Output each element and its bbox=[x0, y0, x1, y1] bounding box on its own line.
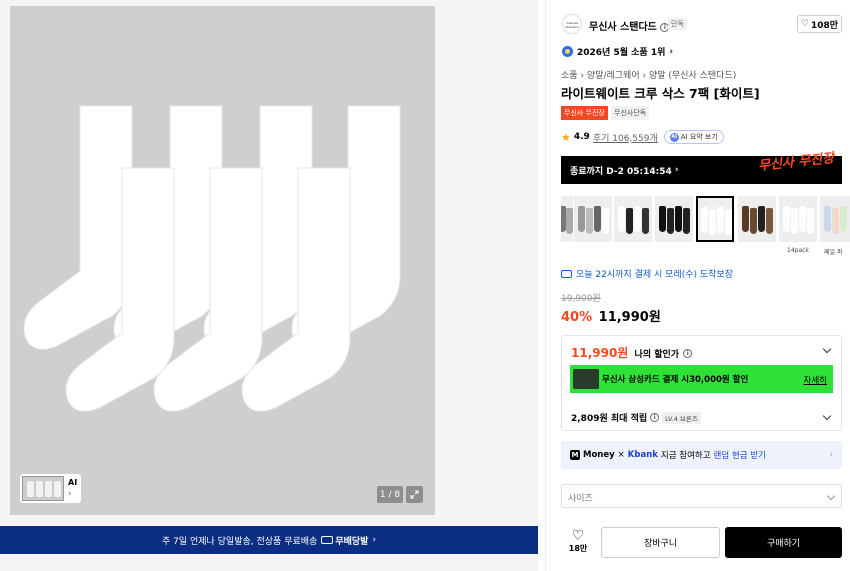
ai-summary-button[interactable]: AI AI 요약 보기 bbox=[663, 130, 724, 144]
level-badge: LV.4 브론즈 bbox=[662, 411, 701, 424]
promo-banner[interactable]: 종료까지 D-2 05:14:54 › 무신사 무진장 bbox=[561, 151, 842, 184]
my-price-label: 나의 할인가 bbox=[634, 350, 680, 360]
image-page-counter: 1 / 8 bbox=[377, 486, 403, 503]
size-select[interactable]: 사이즈 bbox=[561, 484, 842, 508]
rating-row: ★ 4.9 후기 106,559개 AI AI 요약 보기 bbox=[561, 130, 724, 144]
shipping-banner-text: 주 7일 언제나 당일발송, 전상품 무료배송 bbox=[161, 536, 318, 547]
ai-thumbnail-button[interactable]: AI › bbox=[20, 474, 81, 503]
like-count: 18만 bbox=[568, 544, 588, 553]
points-text: 2,809원 최대 적립 bbox=[571, 414, 648, 424]
truck-icon bbox=[321, 536, 334, 544]
ranking-text: 2026년 5월 소품 1위 bbox=[577, 48, 666, 58]
option-swatches bbox=[561, 196, 850, 244]
chevron-right-icon: › bbox=[671, 165, 679, 175]
option-swatch[interactable] bbox=[655, 196, 693, 242]
card-discount-amount: 30,000원 할인 bbox=[689, 375, 749, 385]
chevron-right-icon: › bbox=[372, 535, 377, 545]
promo-countdown: 종료까지 D-2 05:14:54 bbox=[570, 166, 672, 177]
product-info-panel: musinsa standard 무신사 스탠다드 i 단독 ♡ 108만 20… bbox=[550, 0, 850, 571]
exclusive-tag: 단독 bbox=[668, 18, 687, 30]
breadcrumb-item[interactable]: 양말/레그웨어 bbox=[587, 71, 640, 81]
like-button[interactable]: ♡ 18만 bbox=[567, 529, 589, 554]
points-row[interactable]: 2,809원 최대 적립 i LV.4 브론즈 bbox=[571, 411, 701, 424]
option-swatch-selected[interactable] bbox=[696, 196, 734, 242]
rating-score: 4.9 bbox=[573, 132, 590, 142]
option-swatch[interactable] bbox=[820, 196, 850, 242]
brand-name-link[interactable]: 무신사 스탠다드 i bbox=[589, 18, 670, 33]
product-gallery: AI › 1 / 8 주 7일 언제나 당일발송, 전상품 무료배송 무배당발 … bbox=[0, 0, 538, 571]
chevron-down-icon bbox=[826, 491, 836, 501]
original-price: 19,900원 bbox=[561, 294, 601, 304]
ranking-link[interactable]: 2026년 5월 소품 1위 › bbox=[562, 45, 673, 58]
product-title: 라이트웨이트 크루 삭스 7팩 [화이트] bbox=[561, 86, 760, 101]
option-label: 페일 파 bbox=[824, 249, 843, 256]
option-swatch[interactable] bbox=[779, 196, 817, 242]
chevron-right-icon: › bbox=[829, 450, 833, 460]
panel-divider bbox=[545, 0, 546, 571]
medal-icon bbox=[562, 46, 573, 57]
product-main-image[interactable] bbox=[10, 6, 435, 515]
buy-button[interactable]: 구매하기 bbox=[725, 527, 842, 558]
chevron-right-icon: › bbox=[669, 46, 674, 57]
brand-like-button[interactable]: ♡ 108만 bbox=[797, 15, 842, 33]
chevron-right-icon: › bbox=[68, 488, 72, 499]
sale-price: 11,990원 bbox=[598, 310, 661, 325]
money-icon: M bbox=[570, 450, 580, 460]
option-swatch[interactable] bbox=[574, 196, 612, 242]
ai-summary-label: AI 요약 보기 bbox=[680, 133, 718, 141]
delivery-guarantee: 오늘 22시까지 결제 시 모레(수) 도착보장 bbox=[561, 267, 733, 280]
chevron-down-icon[interactable] bbox=[822, 411, 832, 421]
kbank-times: × bbox=[617, 450, 625, 460]
discount-rate: 40% bbox=[561, 310, 593, 325]
card-discount-text: 무신사 삼성카드 결제 시 bbox=[602, 375, 690, 385]
my-price-row[interactable]: 11,990원 나의 할인가 i bbox=[571, 344, 693, 361]
breadcrumb: 소품 › 양말/레그웨어 › 양말 (무신사 스탠다드) bbox=[561, 68, 736, 81]
shipping-banner[interactable]: 주 7일 언제나 당일발송, 전상품 무료배송 무배당발 › bbox=[0, 526, 538, 554]
chevron-down-icon[interactable] bbox=[822, 344, 832, 354]
truck-icon bbox=[561, 269, 572, 278]
cart-button[interactable]: 장바구니 bbox=[601, 527, 720, 558]
card-details-link[interactable]: 자세히 bbox=[804, 374, 827, 386]
expand-icon[interactable] bbox=[406, 486, 423, 503]
kbank-link: 랜덤 현금 받기 bbox=[713, 451, 766, 461]
card-image bbox=[573, 369, 599, 389]
my-price: 11,990원 bbox=[571, 346, 629, 360]
benefit-box: 11,990원 나의 할인가 i 무신사 삼성카드 결제 시 30,000원 할… bbox=[561, 335, 842, 431]
brand-logo[interactable]: musinsa standard bbox=[562, 14, 582, 34]
exclusive-tag: 무신사단독 bbox=[611, 106, 650, 120]
brand-name: 무신사 스탠다드 bbox=[589, 22, 657, 33]
thumbnail-preview bbox=[22, 476, 64, 501]
brand-likes-count: 108만 bbox=[811, 20, 839, 31]
ai-label: AI bbox=[68, 477, 78, 487]
delivery-text: 오늘 22시까지 결제 시 모레(수) 도착보장 bbox=[576, 270, 733, 280]
option-swatch[interactable] bbox=[738, 196, 776, 242]
option-swatch[interactable] bbox=[561, 196, 573, 242]
promo-logo: 무신사 무진장 bbox=[757, 151, 835, 174]
breadcrumb-item[interactable]: 소품 bbox=[561, 71, 578, 81]
option-label: 14pack bbox=[787, 247, 809, 254]
ai-icon: AI bbox=[669, 132, 679, 142]
info-icon[interactable]: i bbox=[683, 349, 693, 358]
option-swatch[interactable] bbox=[614, 196, 652, 242]
heart-icon: ♡ bbox=[571, 528, 585, 544]
sale-price-row: 40% 11,990원 bbox=[561, 306, 661, 325]
size-placeholder: 사이즈 bbox=[568, 494, 593, 504]
heart-icon: ♡ bbox=[800, 19, 809, 29]
kbank-text: 지금 참여하고 bbox=[660, 451, 711, 461]
promo-tag: 무신사 무진장 bbox=[561, 106, 608, 120]
money-label: Money bbox=[583, 450, 615, 460]
socks-illustration bbox=[23, 105, 401, 412]
shipping-badge-label: 무배당발 bbox=[335, 536, 369, 547]
kbank-promo-banner[interactable]: M Money × Kbank 지금 참여하고 랜덤 현금 받기 › bbox=[561, 441, 842, 469]
free-shipping-badge: 무배당발 bbox=[321, 534, 368, 547]
kbank-brand: Kbank bbox=[627, 450, 658, 460]
info-icon[interactable]: i bbox=[650, 413, 660, 422]
reviews-link[interactable]: 후기 106,559개 bbox=[593, 131, 658, 144]
breadcrumb-item[interactable]: 양말 (무신사 스탠다드) bbox=[649, 71, 736, 81]
card-discount-banner[interactable]: 무신사 삼성카드 결제 시 30,000원 할인 자세히 bbox=[570, 365, 833, 393]
star-icon: ★ bbox=[561, 130, 571, 144]
